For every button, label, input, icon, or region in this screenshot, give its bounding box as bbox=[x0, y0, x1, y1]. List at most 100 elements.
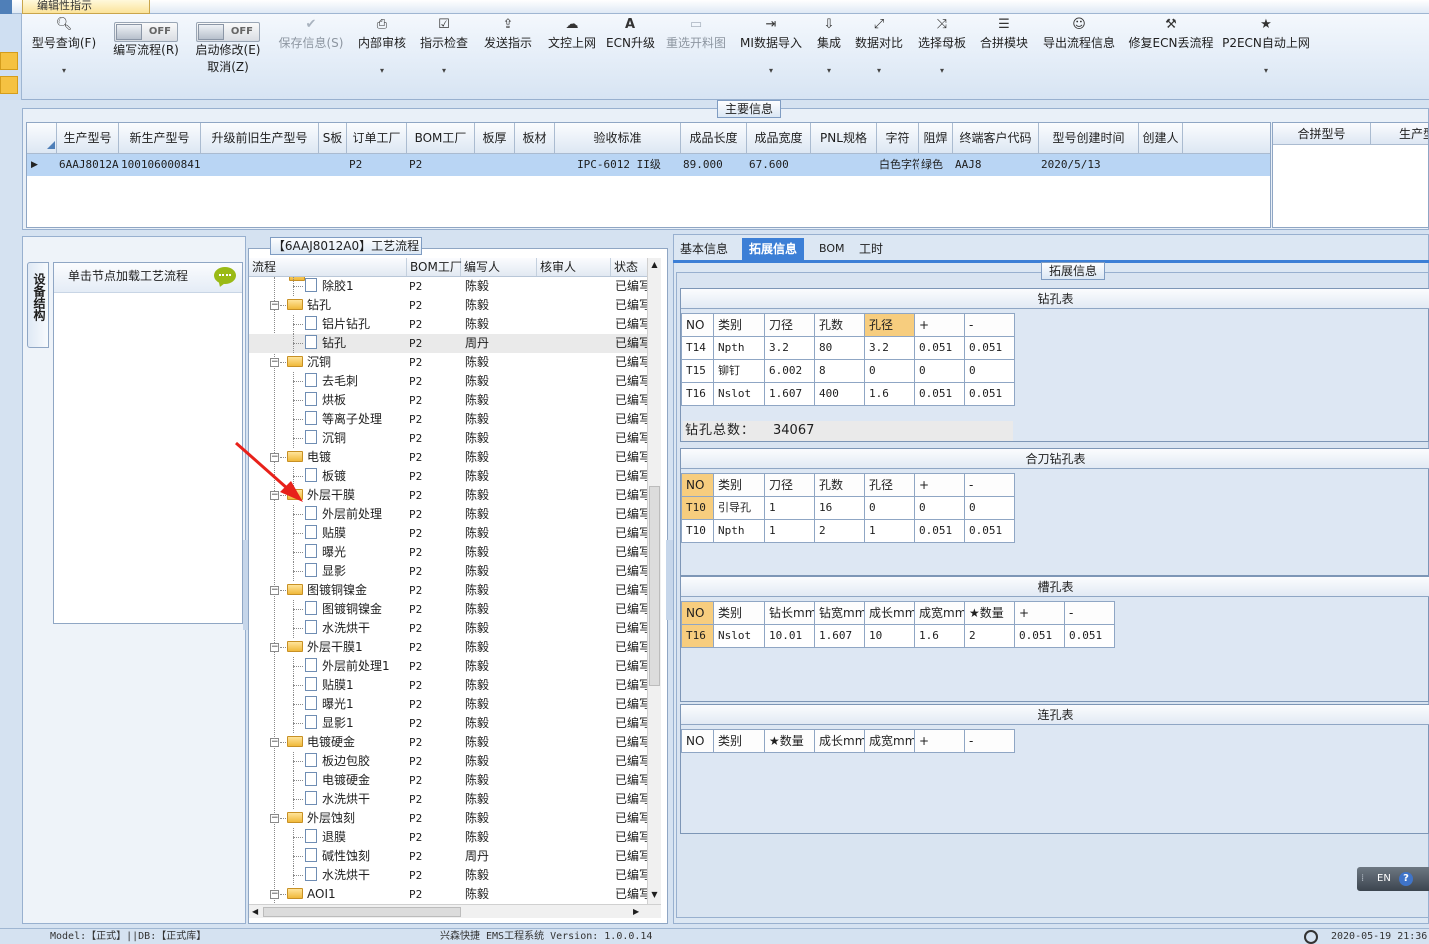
tree-node[interactable]: 沉铜 bbox=[305, 429, 346, 448]
grid-col-header[interactable]: 板厚 bbox=[475, 123, 515, 153]
production-model-col[interactable]: 生产型 bbox=[1371, 123, 1428, 145]
table-header-cell[interactable]: 孔径 bbox=[865, 314, 915, 337]
grid-col-header[interactable]: 订单工厂 bbox=[347, 123, 407, 153]
grid-col-header[interactable]: S板 bbox=[319, 123, 347, 153]
table-header-cell[interactable]: 成长mm bbox=[815, 730, 865, 753]
tree-node[interactable]: 铝片钻孔 bbox=[305, 315, 370, 334]
tree-row[interactable]: − 外层干膜 P2 陈毅 已编写 bbox=[249, 486, 647, 505]
tab-basic-info[interactable]: 基本信息 bbox=[673, 238, 735, 260]
start-edit-toggle[interactable]: OFF 启动修改(E) 取消(Z) bbox=[190, 22, 266, 76]
doc-tab[interactable]: 编辑性指示 bbox=[22, 0, 150, 14]
tree-node[interactable]: 外层前处理 bbox=[305, 505, 382, 524]
splitter-handle-right[interactable] bbox=[666, 540, 673, 620]
grid-col-header[interactable]: 新生产型号 bbox=[119, 123, 201, 153]
flow-col-header[interactable]: 编写人 bbox=[461, 258, 537, 276]
table-header-cell[interactable]: 孔径 bbox=[865, 474, 915, 497]
flow-col-header[interactable]: 状态 bbox=[611, 258, 651, 276]
tree-row[interactable]: 图镀铜镍金 P2 陈毅 已编写 bbox=[249, 600, 647, 619]
table-header-cell[interactable]: - bbox=[965, 730, 1015, 753]
tree-row[interactable]: 水洗烘干 P2 陈毅 已编写 bbox=[249, 619, 647, 638]
tree-row[interactable]: 钻孔 P2 周丹 已编写 bbox=[249, 334, 647, 353]
grid-col-header[interactable]: 型号创建时间 bbox=[1039, 123, 1139, 153]
data-compare-button[interactable]: ⤢ 数据对比 ▾ bbox=[854, 14, 904, 100]
tree-row[interactable]: − AOI1 P2 陈毅 已编写 bbox=[249, 885, 647, 903]
ecn-upgrade-button[interactable]: A ECN升级 bbox=[606, 14, 655, 100]
tree-row[interactable]: − 电镀 P2 陈毅 已编写 bbox=[249, 448, 647, 467]
grid-col-header[interactable]: 终端客户代码 bbox=[953, 123, 1039, 153]
tree-node[interactable]: 碱性蚀刻 bbox=[305, 847, 370, 866]
table-header-cell[interactable]: - bbox=[965, 474, 1015, 497]
help-icon[interactable]: ? bbox=[1399, 872, 1413, 886]
grid-col-header[interactable]: 阻焊 bbox=[919, 123, 953, 153]
tree-row[interactable]: 退膜 P2 陈毅 已编写 bbox=[249, 828, 647, 847]
tree-row[interactable]: 铝片钻孔 P2 陈毅 已编写 bbox=[249, 315, 647, 334]
app-menu-button[interactable] bbox=[0, 0, 12, 14]
tree-node[interactable]: 电镀硬金 bbox=[287, 733, 355, 752]
tree-row[interactable]: 贴膜1 P2 陈毅 已编写 bbox=[249, 676, 647, 695]
table-header-cell[interactable]: 类别 bbox=[714, 314, 765, 337]
collapse-toggle-icon[interactable]: − bbox=[270, 890, 279, 899]
grid-col-header[interactable]: 字符 bbox=[877, 123, 919, 153]
table-header-cell[interactable]: + bbox=[1015, 602, 1065, 625]
collapse-toggle-icon[interactable]: − bbox=[270, 738, 279, 747]
internal-review-button[interactable]: ⎙ 内部审核 ▾ bbox=[356, 14, 408, 100]
tree-node[interactable]: 去毛刺 bbox=[305, 372, 358, 391]
table-header-cell[interactable]: + bbox=[915, 314, 965, 337]
tree-row[interactable]: 电镀硬金 P2 陈毅 已编写 bbox=[249, 771, 647, 790]
grid-col-header[interactable]: 创建人 bbox=[1139, 123, 1183, 153]
cancel-edit-label[interactable]: 取消(Z) bbox=[190, 59, 266, 76]
doc-control-upload-button[interactable]: ☁ 文控上网 bbox=[544, 14, 600, 100]
tree-row[interactable]: − 图镀铜镍金 P2 陈毅 已编写 bbox=[249, 581, 647, 600]
table-header-cell[interactable]: + bbox=[915, 474, 965, 497]
tree-row[interactable]: 烘板 P2 陈毅 已编写 bbox=[249, 391, 647, 410]
instruction-check-button[interactable]: ☑ 指示检查 ▾ bbox=[418, 14, 470, 100]
tab-bom[interactable]: BOM bbox=[812, 238, 852, 260]
tree-row[interactable]: 外层前处理1 P2 陈毅 已编写 bbox=[249, 657, 647, 676]
collapse-toggle-icon[interactable]: − bbox=[270, 301, 279, 310]
flow-hscrollbar[interactable]: ◀ ▶ bbox=[249, 904, 661, 918]
tree-node[interactable]: 电镀硬金 bbox=[305, 771, 370, 790]
tree-node[interactable]: 显影1 bbox=[305, 714, 354, 733]
flow-tree[interactable]: 除胶1 P2 陈毅 已编写 − 钻孔 P2 陈毅 已编写 铝片钻孔 P2 陈毅 已编写 钻孔 P2 周丹 已编写… bbox=[249, 277, 647, 903]
flow-vscrollbar[interactable]: ▲ ▼ bbox=[647, 258, 661, 904]
table-header-cell[interactable]: NO bbox=[682, 474, 714, 497]
tree-row[interactable]: 等离子处理 P2 陈毅 已编写 bbox=[249, 410, 647, 429]
export-flow-button[interactable]: ☺ 导出流程信息 bbox=[1040, 14, 1118, 100]
grid-col-header[interactable]: 升级前旧生产型号 bbox=[201, 123, 319, 153]
collapse-toggle-icon[interactable]: − bbox=[270, 586, 279, 595]
tree-row[interactable]: 去毛刺 P2 陈毅 已编写 bbox=[249, 372, 647, 391]
tree-node[interactable]: 等离子处理 bbox=[305, 410, 382, 429]
collapse-toggle-icon[interactable]: − bbox=[270, 358, 279, 367]
flow-col-header[interactable]: 流程 bbox=[249, 258, 407, 276]
grid-col-header[interactable]: PNL规格 bbox=[811, 123, 877, 153]
flow-col-header[interactable]: 核审人 bbox=[537, 258, 611, 276]
grid-col-header[interactable]: 成品宽度 bbox=[747, 123, 811, 153]
tree-node[interactable]: 外层蚀刻 bbox=[287, 809, 355, 828]
write-flow-switch[interactable]: OFF bbox=[114, 22, 178, 42]
table-header-cell[interactable]: NO bbox=[682, 602, 714, 625]
model-query-button[interactable]: 🔍︎ 型号查询(F) ▾ bbox=[30, 14, 98, 100]
vertical-tab[interactable]: 设备结构 bbox=[27, 262, 49, 348]
tree-node[interactable]: 图镀铜镍金 bbox=[287, 581, 367, 600]
main-info-row-cells[interactable]: 6AAJ8012A010010600084143 P2 P2 IPC-6012 II级… bbox=[27, 154, 1270, 176]
table-header-cell[interactable]: ★数量 bbox=[965, 602, 1015, 625]
scroll-right-icon[interactable]: ▶ bbox=[633, 905, 639, 918]
grid-col-header[interactable]: 板材 bbox=[515, 123, 555, 153]
tree-node[interactable]: 水洗烘干 bbox=[305, 619, 370, 638]
flow-hscroll-thumb[interactable] bbox=[263, 907, 461, 917]
table-header-cell[interactable]: 类别 bbox=[714, 602, 765, 625]
table-header-cell[interactable]: 类别 bbox=[714, 474, 765, 497]
tree-node[interactable]: 板镀 bbox=[305, 467, 346, 486]
tab-extended-info[interactable]: 拓展信息 bbox=[742, 238, 805, 260]
tree-row[interactable]: 板边包胶 P2 陈毅 已编写 bbox=[249, 752, 647, 771]
table-row[interactable]: T10 引导孔 1 16 0 0 0 bbox=[682, 497, 1015, 520]
table-header-cell[interactable]: 孔数 bbox=[815, 474, 865, 497]
tree-row[interactable]: 外层前处理 P2 陈毅 已编写 bbox=[249, 505, 647, 524]
collapse-toggle-icon[interactable]: − bbox=[270, 643, 279, 652]
tree-node[interactable]: 外层前处理1 bbox=[305, 657, 390, 676]
select-mother-board-button[interactable]: ⤨ 选择母板 ▾ bbox=[916, 14, 968, 100]
reselect-cutting-button[interactable]: ▭ 重选开料图 bbox=[664, 14, 728, 100]
tree-node[interactable]: 水洗烘干 bbox=[305, 866, 370, 885]
table-header-cell[interactable]: 钻长mm bbox=[765, 602, 815, 625]
tree-row[interactable]: 贴膜 P2 陈毅 已编写 bbox=[249, 524, 647, 543]
